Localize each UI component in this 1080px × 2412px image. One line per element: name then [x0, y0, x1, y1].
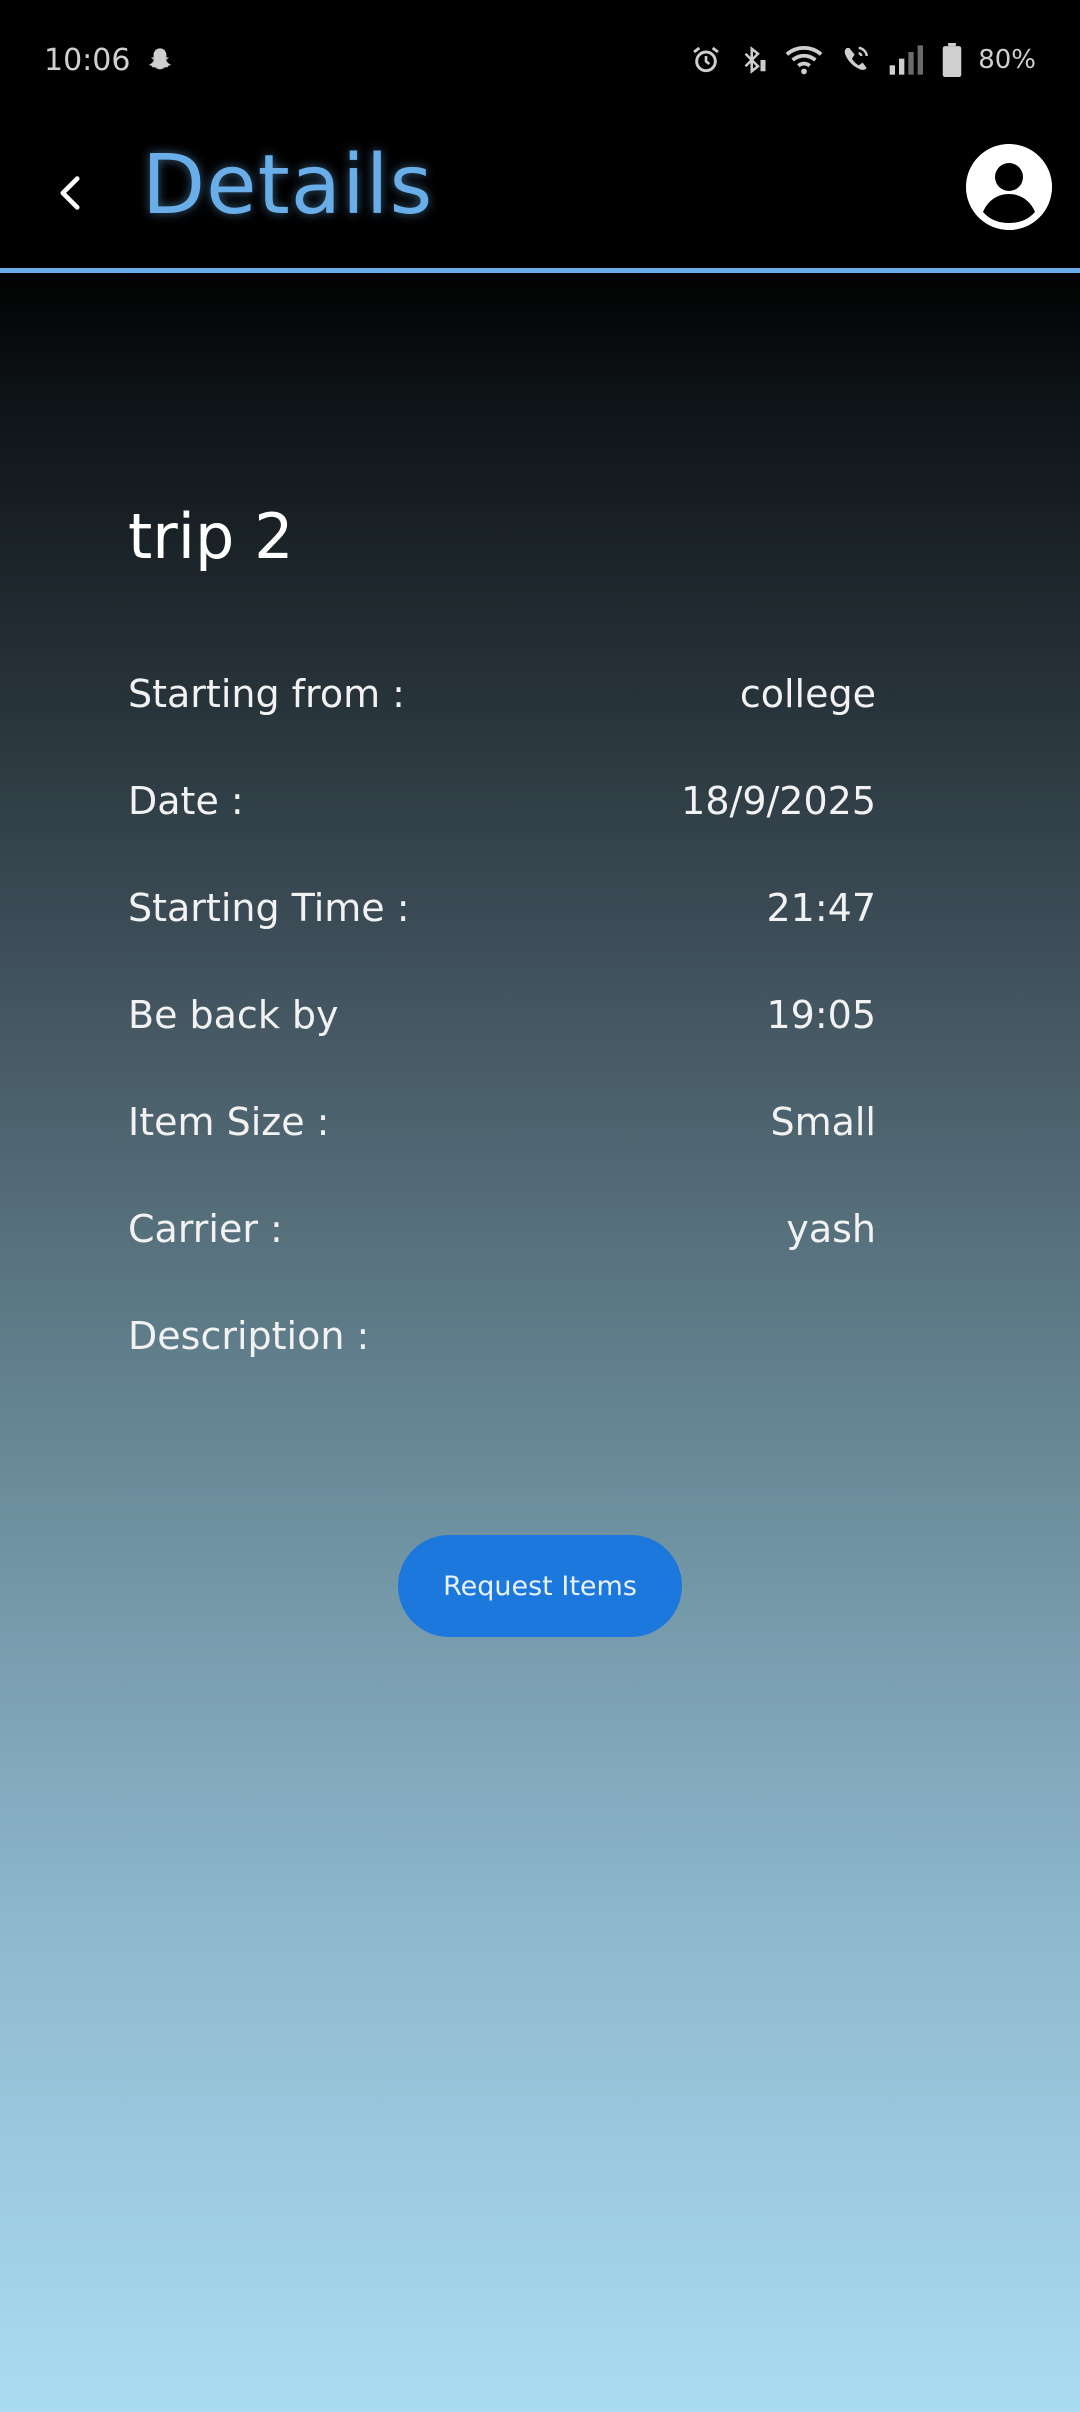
alarm-icon [690, 44, 722, 76]
status-time: 10:06 [44, 42, 131, 78]
status-right: 80% [690, 43, 1036, 77]
chevron-left-icon [58, 175, 82, 215]
signal-icon [888, 44, 926, 76]
page-title: Details [142, 138, 434, 233]
detail-value: Small [770, 1099, 876, 1144]
trip-title: trip 2 [128, 500, 294, 573]
detail-row-carrier: Carrier : yash [128, 1175, 876, 1282]
battery-icon [942, 43, 962, 77]
detail-row-be-back-by: Be back by 19:05 [128, 961, 876, 1068]
detail-label: Date : [128, 778, 244, 823]
trip-details-list: Starting from : college Date : 18/9/2025… [128, 640, 876, 1389]
detail-row-starting-time: Starting Time : 21:47 [128, 854, 876, 961]
request-items-button[interactable]: Request Items [398, 1535, 682, 1637]
status-bar: 10:06 80% [0, 0, 1080, 120]
detail-label: Description : [128, 1313, 370, 1358]
profile-avatar-button[interactable] [966, 144, 1052, 230]
detail-row-item-size: Item Size : Small [128, 1068, 876, 1175]
header-divider [0, 268, 1080, 273]
account-circle-icon [966, 144, 1052, 230]
detail-label: Be back by [128, 992, 339, 1037]
bluetooth-icon [738, 44, 768, 76]
detail-label: Item Size : [128, 1099, 330, 1144]
status-left: 10:06 [44, 43, 174, 78]
detail-value: yash [786, 1206, 876, 1251]
detail-row-description: Description : [128, 1282, 876, 1389]
detail-row-starting-from: Starting from : college [128, 640, 876, 747]
back-button[interactable] [40, 160, 100, 230]
detail-label: Carrier : [128, 1206, 283, 1251]
wifi-call-icon [840, 44, 872, 76]
battery-percentage: 80% [978, 45, 1036, 75]
detail-label: Starting from : [128, 671, 405, 716]
detail-value: 18/9/2025 [681, 778, 876, 823]
detail-value: 19:05 [766, 992, 876, 1037]
app-bar: Details [0, 120, 1080, 270]
detail-label: Starting Time : [128, 885, 410, 930]
wifi-icon [784, 44, 824, 76]
detail-row-date: Date : 18/9/2025 [128, 747, 876, 854]
detail-value: 21:47 [766, 885, 876, 930]
snapchat-ghost-icon [146, 46, 174, 74]
detail-value: college [739, 671, 876, 716]
